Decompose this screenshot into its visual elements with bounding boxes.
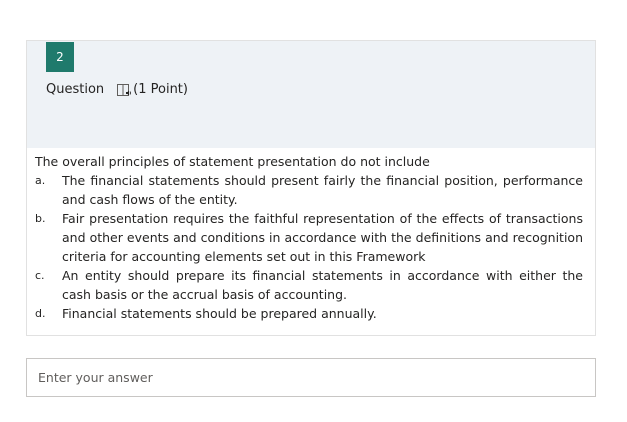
option-c[interactable]: c. An entity should prepare its financia… <box>35 266 583 304</box>
question-number-badge: 2 <box>46 42 74 72</box>
option-text: Fair presentation requires the faithful … <box>62 211 583 264</box>
option-letter: b. <box>35 212 46 225</box>
question-card: 2 Question (1 Point) The overall princip… <box>26 40 596 336</box>
option-letter: d. <box>35 307 46 320</box>
option-letter: a. <box>35 174 46 187</box>
question-body: The overall principles of statement pres… <box>35 152 583 323</box>
option-text: An entity should prepare its financial s… <box>62 268 583 302</box>
question-stem: The overall principles of statement pres… <box>35 154 430 169</box>
question-points: (1 Point) <box>133 82 188 97</box>
option-b[interactable]: b. Fair presentation requires the faithf… <box>35 209 583 266</box>
option-a[interactable]: a. The financial statements should prese… <box>35 171 583 209</box>
question-header: 2 Question (1 Point) <box>27 41 595 148</box>
option-text: The financial statements should present … <box>62 173 583 207</box>
question-title-line: Question (1 Point) <box>46 82 188 97</box>
question-label: Question <box>46 82 105 97</box>
option-letter: c. <box>35 269 45 282</box>
immersive-reader-icon[interactable] <box>117 83 132 97</box>
option-d[interactable]: d. Financial statements should be prepar… <box>35 304 583 323</box>
option-text: Financial statements should be prepared … <box>62 306 377 321</box>
answer-input[interactable] <box>26 358 596 397</box>
